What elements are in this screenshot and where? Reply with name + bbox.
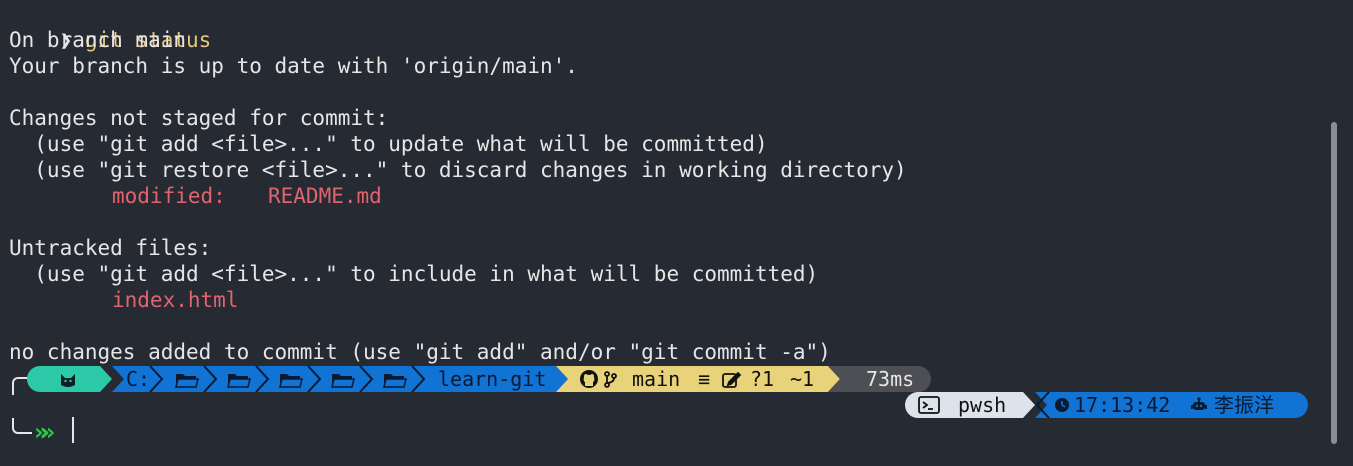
prompt-frame-bottom [12,418,32,434]
prompt-untracked: ?1 [750,367,775,391]
github-icon [580,370,598,388]
prompt-time: 17:13:42 [1074,393,1171,417]
prompt-exec-time: 73ms [866,367,915,391]
output-line: Changes not staged for commit: [9,106,389,130]
scrollbar[interactable] [1331,122,1337,444]
shell-name: pwsh [958,393,1007,417]
text-cursor[interactable] [72,417,74,443]
output-line: Untracked files: [9,236,212,260]
untracked-file: index.html [112,288,239,312]
prompt-sync: ≡ [698,367,711,391]
prompt-modified: ~1 [790,367,815,391]
modified-label: modified: [112,184,226,208]
output-line: no changes added to commit (use "git add… [9,340,831,364]
input-prompt-icon: »» [34,418,56,446]
output-line: (use "git add <file>..." to update what … [9,132,768,156]
prompt-directory: learn-git [438,367,547,391]
output-line: Your branch is up to date with 'origin/m… [9,54,578,78]
output-line: (use "git restore <file>..." to discard … [9,158,907,182]
modified-file: README.md [268,184,382,208]
clock-icon [1055,398,1069,412]
command-line: ❯ git status [9,1,212,52]
output-line: On branch main [9,28,187,52]
prompt-user: 李振洋 [1214,393,1274,417]
prompt-drive: C: [126,367,151,391]
terminal-window[interactable]: ❯ git status On branch main Your branch … [0,0,1340,466]
output-line: (use "git add <file>..." to include in w… [9,262,819,286]
prompt-branch: main [632,367,681,391]
